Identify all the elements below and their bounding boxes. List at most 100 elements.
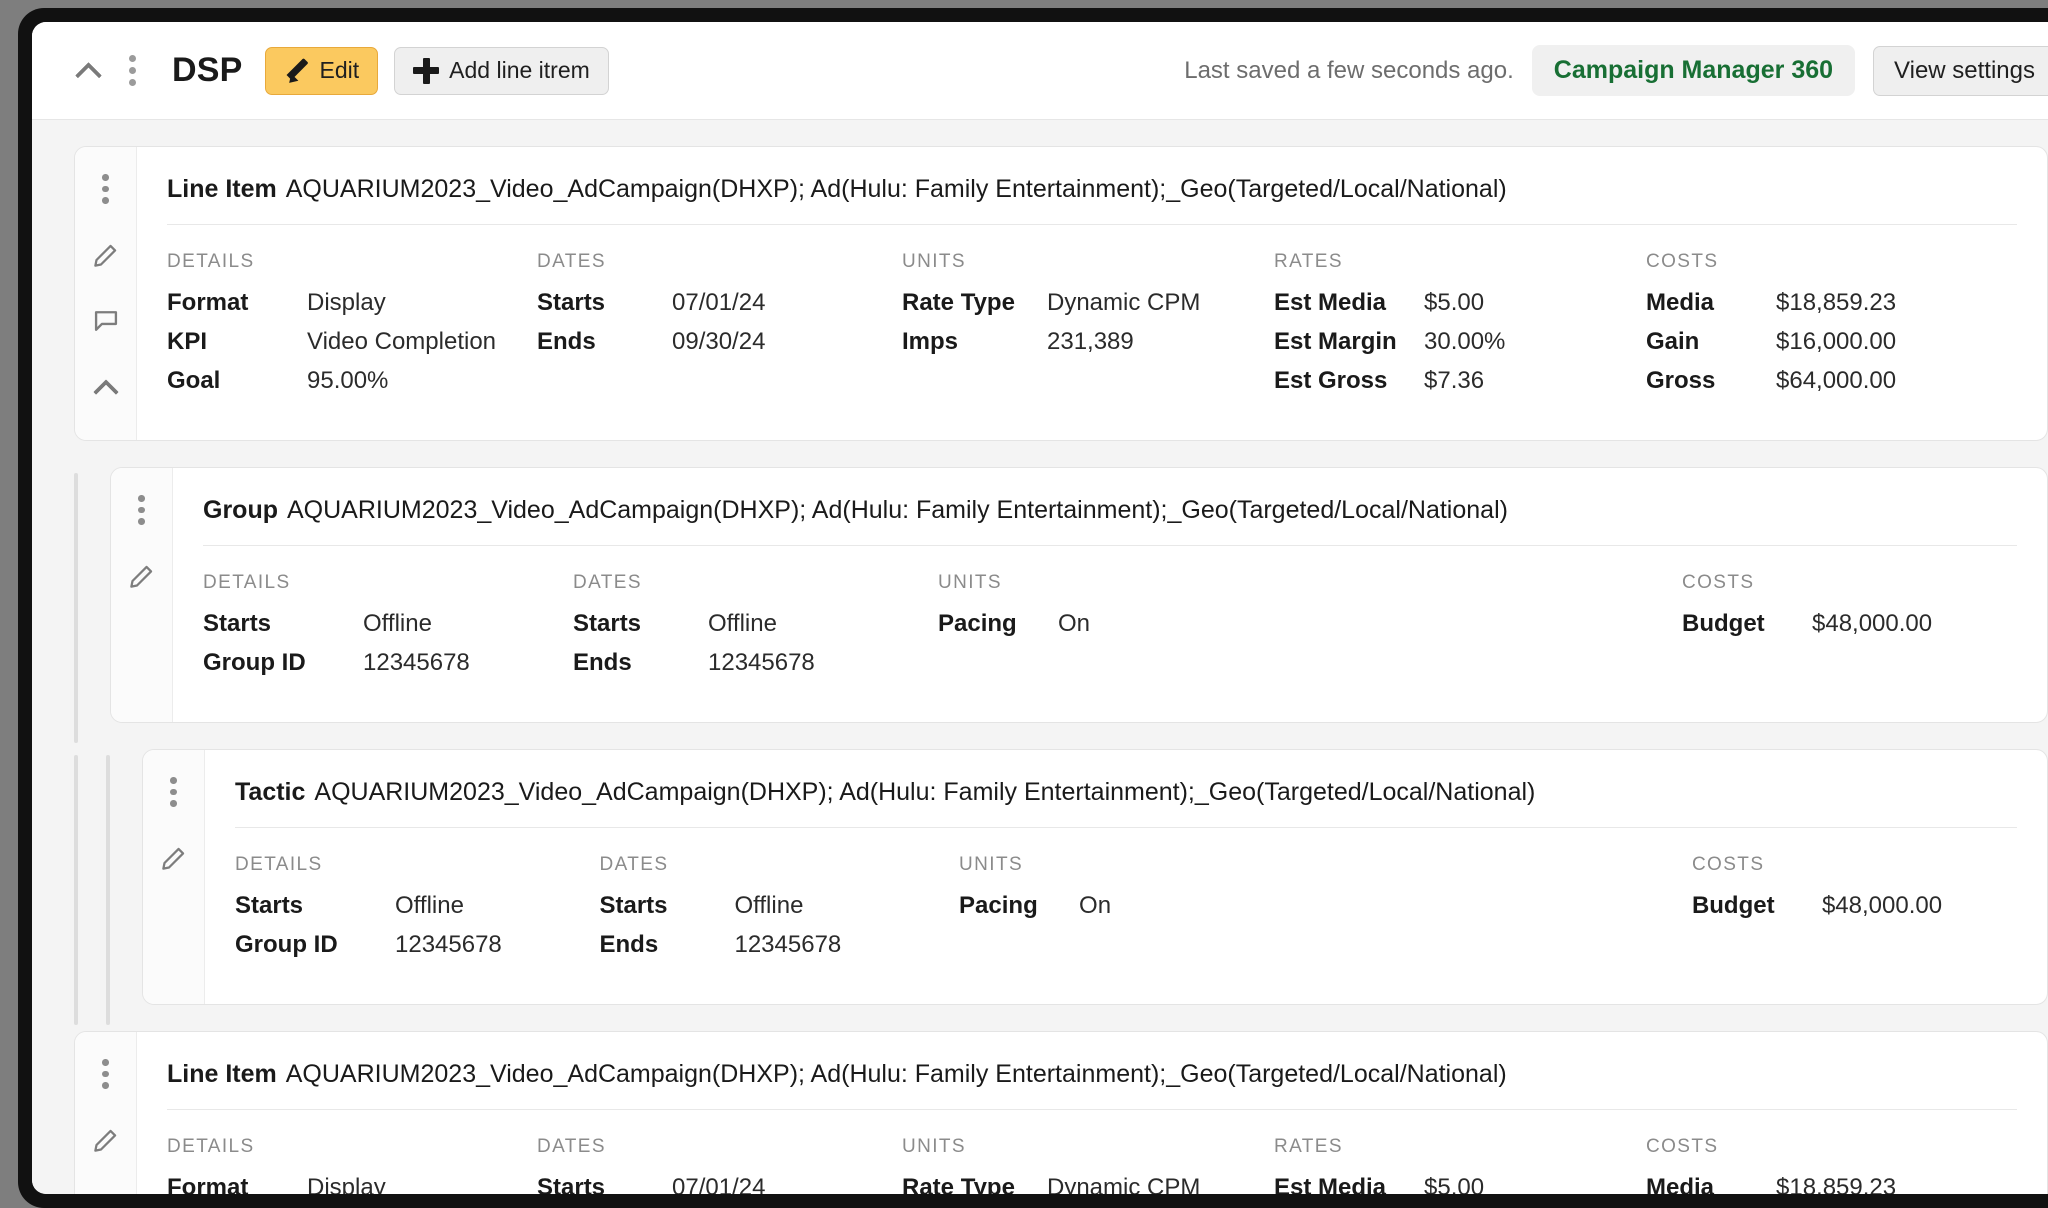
field-row: Media $18,859.23: [1646, 289, 1976, 317]
field-label: Est Media: [1274, 289, 1387, 316]
field-label: KPI: [167, 328, 208, 355]
card-title: Group AQUARIUM2023_Video_AdCampaign(DHXP)…: [173, 468, 2047, 545]
comment-icon: [92, 307, 120, 335]
device-frame: DSP Edit Add line itrem Last saved a few…: [18, 8, 2048, 1208]
column-spacer: [1325, 854, 1691, 970]
pencil-icon: [160, 845, 187, 872]
field-label: Gross: [1646, 367, 1716, 394]
card-collapse-button[interactable]: [86, 367, 126, 407]
pencil-icon: [92, 1127, 119, 1154]
card-line-item[interactable]: Line Item AQUARIUM2023_Video_AdCampaign(D…: [74, 1031, 2048, 1194]
field-row: Format Display: [167, 1174, 537, 1194]
field-label: Format: [167, 1174, 249, 1194]
card-body: Tactic AQUARIUM2023_Video_AdCampaign(DHXP…: [205, 750, 2047, 1004]
card-row: Line Item AQUARIUM2023_Video_AdCampaign(D…: [32, 1031, 2048, 1194]
column-costs: COSTS Budget $48,000.00: [1682, 572, 2012, 688]
column-costs: COSTSMedia$18,859.23Gain$16,000.00Gross$…: [1646, 1136, 1976, 1194]
field-value: On: [1058, 610, 1091, 637]
field-label: Budget: [1691, 892, 1775, 919]
field-value: $18,859.23: [1776, 289, 1897, 316]
card-overflow-menu-button[interactable]: [122, 490, 162, 530]
field-label: Pacing: [938, 610, 1017, 637]
field-row: Pacing On: [959, 892, 1325, 920]
field-label: Format: [167, 289, 249, 316]
column-costs: COSTS Media$18,859.23 Gain $16,000.00 Gross $…: [1646, 251, 1976, 406]
column-header-dates: DATES: [599, 854, 669, 875]
field-value: Dynamic CPM: [1047, 289, 1201, 316]
field-label: Ends: [599, 931, 659, 958]
pencil-icon: [284, 58, 310, 84]
pencil-icon: [92, 242, 119, 269]
field-value: Display: [307, 289, 386, 316]
column-header-costs: COSTS: [1691, 854, 1765, 875]
column-header-costs: COSTS: [1646, 251, 1719, 272]
field-label: Goal: [167, 367, 221, 394]
card-tactic[interactable]: Tactic AQUARIUM2023_Video_AdCampaign(DHXP…: [142, 749, 2048, 1005]
column-header-costs: COSTS: [1646, 1136, 1719, 1157]
field-label: Rate Type: [902, 289, 1015, 316]
field-row: KPI Video Completion: [167, 328, 537, 356]
campaign-manager-360-badge[interactable]: Campaign Manager 360: [1531, 45, 1856, 96]
card-columns: DETAILS Starts Offline Group ID 12345678 DATE…: [173, 546, 2047, 722]
field-row: Gross $64,000.00: [1646, 367, 1976, 395]
edit-button[interactable]: Edit: [264, 46, 379, 95]
column-header-costs: COSTS: [1682, 572, 1755, 593]
field-label: Gain: [1646, 328, 1700, 355]
header-overflow-menu-button[interactable]: [110, 49, 154, 93]
field-label: Media: [1646, 1174, 1715, 1194]
card-title: Line Item AQUARIUM2023_Video_AdCampaign(D…: [137, 147, 2047, 224]
field-value: $16,000.00: [1776, 328, 1897, 355]
field-value: $5.00: [1424, 1174, 1485, 1194]
card-edit-button[interactable]: [154, 838, 194, 878]
field-value: $64,000.00: [1776, 367, 1897, 394]
plus-icon: [413, 57, 440, 84]
field-label: Starts: [537, 289, 606, 316]
field-label: Est Media: [1274, 1174, 1387, 1194]
column-details: DETAILS Starts Offline Group ID 12345678: [235, 854, 599, 970]
card-comment-button[interactable]: [86, 1186, 126, 1194]
edit-button-label: Edit: [319, 57, 360, 83]
column-header-rates: RATES: [1274, 251, 1343, 272]
column-units: UNITS Pacing On: [938, 572, 1310, 688]
indent-spacer: [78, 749, 106, 1031]
card-kind-label: Line Item: [167, 1060, 277, 1088]
field-row: Starts Offline: [573, 610, 938, 638]
card-edit-button[interactable]: [122, 556, 162, 596]
card-list[interactable]: Line Item AQUARIUM2023_Video_AdCampaign(D…: [32, 120, 2048, 1194]
card-overflow-menu-button[interactable]: [86, 1054, 126, 1094]
card-overflow-menu-button[interactable]: [86, 169, 126, 209]
card-overflow-menu-button[interactable]: [154, 772, 194, 812]
card-edit-button[interactable]: [86, 235, 126, 275]
field-value: 09/30/24: [672, 328, 766, 355]
field-value: Dynamic CPM: [1047, 1174, 1201, 1194]
column-units: UNITS Pacing On: [959, 854, 1325, 970]
app-viewport: DSP Edit Add line itrem Last saved a few…: [32, 22, 2048, 1194]
field-row: Imps 231,389: [902, 328, 1274, 356]
field-value: 07/01/24: [672, 289, 766, 316]
field-label: Rate Type: [902, 1174, 1015, 1194]
column-costs: COSTS Budget $48,000.00: [1692, 854, 2017, 970]
field-value: Offline: [395, 892, 464, 919]
add-line-item-button[interactable]: Add line itrem: [394, 46, 609, 95]
field-value: Video Completion: [307, 328, 497, 355]
card-name-label: AQUARIUM2023_Video_AdCampaign(DHXP); Ad(…: [285, 175, 1507, 203]
column-header-details: DETAILS: [203, 572, 291, 593]
card-edit-button[interactable]: [86, 1120, 126, 1160]
card-comment-button[interactable]: [86, 301, 126, 341]
field-row: Est Gross $7.36: [1274, 367, 1646, 395]
field-value: 95.00%: [307, 367, 389, 394]
app-header: DSP Edit Add line itrem Last saved a few…: [32, 22, 2048, 120]
card-group[interactable]: Group AQUARIUM2023_Video_AdCampaign(DHXP)…: [110, 467, 2048, 723]
column-spacer: [1310, 572, 1682, 688]
header-collapse-button[interactable]: [66, 49, 110, 93]
indent-spacer: [32, 749, 74, 1031]
view-settings-button[interactable]: View settings: [1873, 45, 2048, 96]
column-header-dates: DATES: [573, 572, 642, 593]
card-name-label: AQUARIUM2023_Video_AdCampaign(DHXP); Ad(…: [287, 496, 1508, 524]
card-line-item[interactable]: Line Item AQUARIUM2023_Video_AdCampaign(D…: [74, 146, 2048, 441]
card-action-rail: [111, 468, 173, 722]
column-rates: RATES Est Media $5.00 Est Margin 30.00% Est G…: [1274, 251, 1646, 406]
field-value: 12345678: [363, 649, 470, 676]
field-row: Ends 12345678: [573, 649, 938, 677]
field-row: Starts 07/01/24: [537, 289, 902, 317]
